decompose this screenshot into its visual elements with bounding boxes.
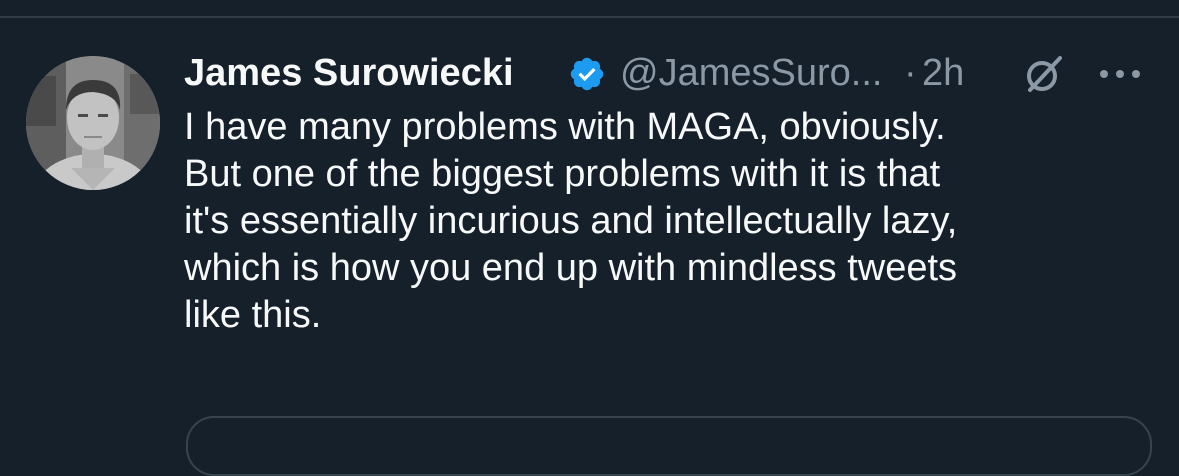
top-divider bbox=[0, 16, 1179, 18]
tweet-text: I have many problems with MAGA, obviousl… bbox=[184, 104, 1144, 339]
author-handle[interactable]: @JamesSuro... bbox=[620, 50, 882, 96]
author-display-name[interactable]: James Surowiecki bbox=[184, 50, 514, 96]
tweet-text-line: But one of the biggest problems with it … bbox=[184, 153, 941, 195]
separator-dot: · bbox=[904, 52, 917, 94]
grok-icon[interactable] bbox=[1022, 52, 1066, 96]
tweet-text-line: it's essentially incurious and intellect… bbox=[184, 200, 958, 242]
tweet-text-line: which is how you end up with mindless tw… bbox=[184, 247, 958, 289]
quoted-tweet-card[interactable] bbox=[186, 416, 1152, 476]
tweet-text-line: I have many problems with MAGA, obviousl… bbox=[184, 106, 946, 148]
tweet-header: James Surowiecki @JamesSuro... · 2h bbox=[184, 50, 1154, 98]
more-options-icon[interactable] bbox=[1096, 58, 1144, 90]
avatar[interactable] bbox=[26, 56, 160, 190]
verified-badge-icon[interactable] bbox=[568, 55, 606, 93]
tweet-text-line: like this. bbox=[184, 294, 322, 336]
avatar-image bbox=[26, 56, 160, 190]
tweet-timestamp[interactable]: 2h bbox=[922, 50, 964, 96]
